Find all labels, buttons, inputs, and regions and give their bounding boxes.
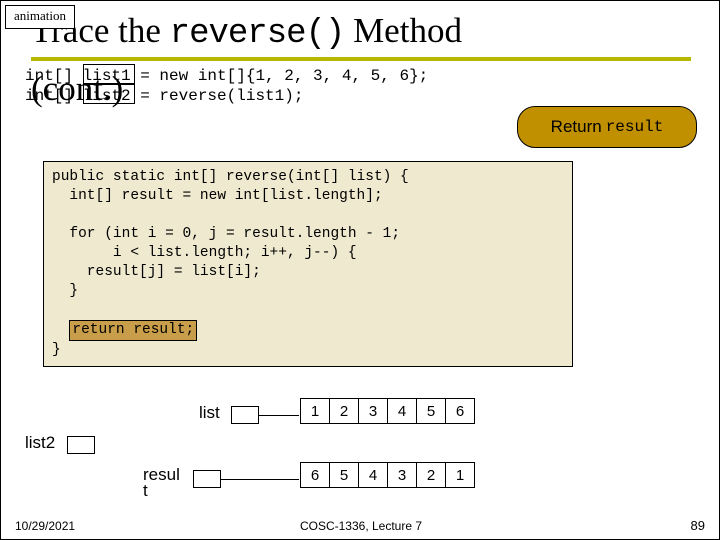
title-post: Method bbox=[344, 11, 462, 50]
return-highlight: return result; bbox=[69, 320, 197, 341]
list-cell: 5 bbox=[416, 398, 446, 424]
list-cell: 6 bbox=[445, 398, 475, 424]
title-underline bbox=[31, 57, 691, 61]
code-l2: int[] result = new int[list.length]; bbox=[52, 188, 383, 204]
footer-page: 89 bbox=[691, 518, 705, 533]
animation-tag: animation bbox=[5, 5, 75, 29]
slide: animation Trace the reverse() Method (co… bbox=[0, 0, 720, 540]
list-label: list bbox=[199, 403, 220, 423]
list-cell: 3 bbox=[358, 398, 388, 424]
footer-center: COSC-1336, Lecture 7 bbox=[1, 519, 720, 533]
result-cell: 3 bbox=[387, 462, 417, 488]
bubble-text: Return bbox=[551, 117, 602, 137]
result-cell: 5 bbox=[329, 462, 359, 488]
list-arrow bbox=[259, 415, 299, 416]
result-pointer bbox=[193, 470, 221, 488]
result-arrow bbox=[221, 479, 299, 480]
result-cell: 2 bbox=[416, 462, 446, 488]
result-cell: 6 bbox=[300, 462, 330, 488]
code-l5: i < list.length; i++, j--) { bbox=[52, 245, 357, 261]
slide-title: Trace the reverse() Method bbox=[31, 11, 462, 53]
callout-bubble: Return result bbox=[517, 106, 697, 148]
highlight-list2 bbox=[83, 84, 135, 104]
result-label: resul t bbox=[143, 467, 180, 499]
list-pointer bbox=[231, 406, 259, 424]
code-l7: } bbox=[52, 283, 78, 299]
result-cell: 4 bbox=[358, 462, 388, 488]
list-array: 1 2 3 4 5 6 bbox=[301, 398, 475, 424]
list2-pointer bbox=[67, 436, 95, 454]
code-l4: for (int i = 0, j = result.length - 1; bbox=[52, 226, 400, 242]
code-l10: } bbox=[52, 342, 61, 358]
list-cell: 1 bbox=[300, 398, 330, 424]
result-cell: 1 bbox=[445, 462, 475, 488]
list-cell: 2 bbox=[329, 398, 359, 424]
bubble-code: result bbox=[606, 118, 664, 136]
code-block: public static int[] reverse(int[] list) … bbox=[43, 161, 573, 367]
result-array: 6 5 4 3 2 1 bbox=[301, 462, 475, 488]
list2-label: list2 bbox=[25, 433, 55, 453]
code-l1: public static int[] reverse(int[] list) … bbox=[52, 169, 409, 185]
list-cell: 4 bbox=[387, 398, 417, 424]
highlight-list1 bbox=[83, 64, 135, 84]
code-l6: result[j] = list[i]; bbox=[52, 264, 261, 280]
title-code: reverse() bbox=[170, 15, 345, 53]
